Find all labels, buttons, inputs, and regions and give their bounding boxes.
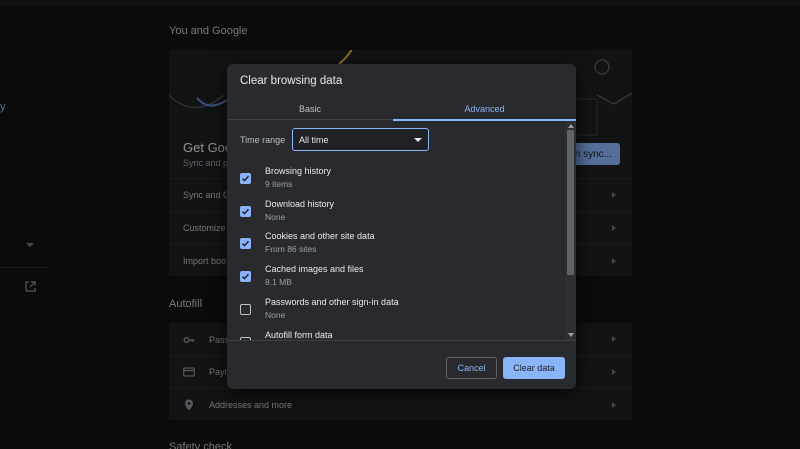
data-type-title: Passwords and other sign-in data bbox=[265, 296, 399, 307]
checkbox-checked[interactable] bbox=[240, 238, 251, 250]
time-range-label: Time range bbox=[240, 135, 286, 145]
scroll-down-arrow-icon[interactable] bbox=[568, 333, 574, 337]
scrollbar-thumb[interactable] bbox=[567, 130, 574, 275]
data-type-subtitle: None bbox=[265, 309, 286, 320]
tab-advanced[interactable]: Advanced bbox=[393, 98, 576, 121]
data-type-item[interactable]: Cached images and files 8.1 MB bbox=[240, 264, 555, 294]
tab-basic[interactable]: Basic bbox=[227, 98, 393, 120]
data-type-subtitle: None bbox=[265, 211, 286, 222]
data-type-item[interactable]: Browsing history 9 items bbox=[240, 166, 555, 196]
data-type-item[interactable]: Passwords and other sign-in data None bbox=[240, 297, 555, 327]
checkmark-icon bbox=[241, 175, 250, 182]
cancel-button[interactable]: Cancel bbox=[446, 357, 497, 379]
data-type-item[interactable]: Autofill form data bbox=[240, 329, 555, 340]
data-type-item[interactable]: Cookies and other site data From 86 sites bbox=[240, 231, 555, 261]
clear-data-button[interactable]: Clear data bbox=[503, 357, 565, 379]
checkmark-icon bbox=[241, 241, 250, 248]
dialog-footer-divider bbox=[227, 340, 576, 341]
data-type-subtitle: 8.1 MB bbox=[265, 277, 292, 288]
time-range-value: All time bbox=[299, 134, 329, 145]
checkbox-checked[interactable] bbox=[240, 271, 251, 283]
data-type-title: Download history bbox=[265, 198, 335, 209]
data-type-title: Cookies and other site data bbox=[265, 231, 375, 242]
checkbox-checked[interactable] bbox=[240, 173, 251, 184]
data-type-title: Cached images and files bbox=[265, 264, 364, 275]
data-type-title: Autofill form data bbox=[265, 329, 333, 340]
scroll-up-arrow-icon[interactable] bbox=[568, 124, 574, 128]
checkbox-unchecked[interactable] bbox=[240, 303, 251, 315]
dialog-tabs: Basic Advanced bbox=[227, 98, 576, 121]
dialog-title: Clear browsing data bbox=[240, 75, 343, 87]
dialog-scrollbar[interactable] bbox=[565, 121, 576, 340]
data-type-title: Browsing history bbox=[265, 166, 332, 176]
caret-down-icon bbox=[414, 138, 422, 142]
data-type-item[interactable]: Download history None bbox=[240, 199, 555, 229]
dialog-scroll-area[interactable]: Time range All time Browsing history 9 it… bbox=[227, 121, 576, 340]
checkmark-icon bbox=[241, 208, 250, 215]
data-type-subtitle: 9 items bbox=[265, 179, 293, 189]
data-type-subtitle: From 86 sites bbox=[265, 244, 317, 255]
time-range-select[interactable]: All time bbox=[292, 128, 429, 151]
checkmark-icon bbox=[241, 273, 250, 280]
tab-advanced-label: Advanced bbox=[464, 104, 505, 114]
checkbox-checked[interactable] bbox=[240, 205, 251, 217]
clear-browsing-data-dialog: Clear browsing data Basic Advanced Time … bbox=[227, 64, 576, 389]
